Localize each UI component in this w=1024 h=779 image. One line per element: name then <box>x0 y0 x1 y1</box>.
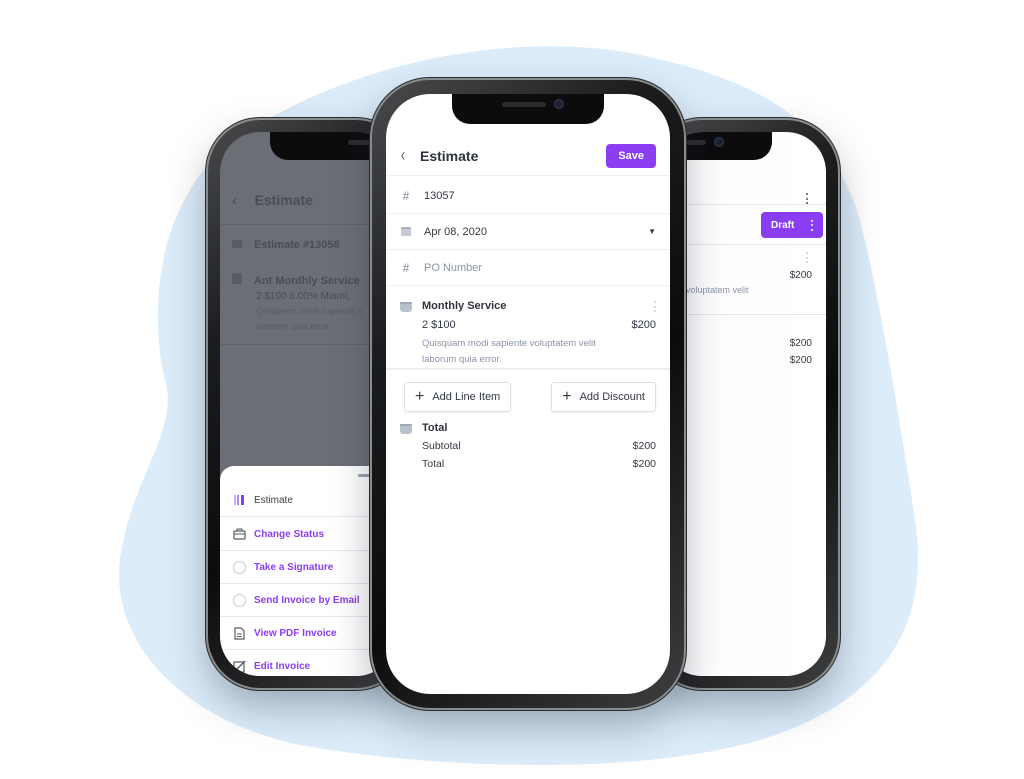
kebab-icon <box>805 193 808 204</box>
line-item-details: 2 $100 6.00% Miami, <box>256 291 350 302</box>
calendar-icon <box>400 225 412 239</box>
divider <box>220 344 396 345</box>
date-value: Apr 08, 2020 <box>424 225 487 238</box>
circle-icon <box>232 593 246 607</box>
hash-icon: # <box>402 188 410 203</box>
left-header-title: Estimate <box>254 192 313 208</box>
kebab-icon <box>810 219 813 231</box>
sheet-item-view-pdf[interactable]: View PDF Invoice <box>220 617 396 650</box>
sheet-item-label: Estimate <box>254 494 293 506</box>
center-phone: ‹ Estimate Save # 13057 Apr 08, 2020 ▼ #… <box>372 80 684 708</box>
subtotal-label: Subtotal <box>422 440 461 452</box>
back-icon: ‹ <box>232 192 237 208</box>
line-item-amount: $200 <box>631 319 656 331</box>
divider <box>662 204 826 205</box>
line-item-name: Ant Monthly Service <box>254 275 360 287</box>
line-item-name: Monthly Service <box>422 300 507 312</box>
total-value: $200 <box>632 458 656 470</box>
plus-icon: + <box>562 388 572 405</box>
sheet-item-change-status[interactable]: Change Status <box>220 518 396 551</box>
left-header: ‹ Estimate <box>232 192 313 208</box>
add-discount-button[interactable]: + Add Discount <box>551 382 656 412</box>
line-item-description: Quisquam modi sapiente voluptatem velit … <box>422 338 596 365</box>
camera <box>714 137 724 147</box>
subtotal-value: $200 <box>632 440 656 452</box>
estimate-number-row: Estimate #13058 <box>232 239 340 251</box>
subtotal-value: $200 <box>789 338 812 349</box>
divider <box>662 314 826 315</box>
line-item[interactable]: Monthly Service 2 $100 $200 Quisquam mod… <box>386 292 670 370</box>
page-title: Estimate <box>420 147 479 164</box>
divider <box>220 224 396 225</box>
line-item-icon <box>400 302 412 312</box>
line-item-menu-icon[interactable] <box>805 252 808 263</box>
estimate-icon <box>232 493 246 507</box>
add-discount-label: Add Discount <box>579 391 645 403</box>
estimate-number-value: 13057 <box>424 189 455 202</box>
totals-icon <box>400 424 412 434</box>
sheet-item-label: Send Invoice by Email <box>254 594 360 606</box>
phone-notch <box>452 94 604 124</box>
speaker <box>502 102 546 107</box>
center-phone-screen: ‹ Estimate Save # 13057 Apr 08, 2020 ▼ #… <box>386 94 670 694</box>
sheet-item-label: Take a Signature <box>254 561 334 573</box>
add-line-item-button[interactable]: + Add Line Item <box>404 382 512 412</box>
clipboard-icon <box>232 273 242 284</box>
edit-icon <box>232 660 246 674</box>
add-line-item-label: Add Line Item <box>432 391 501 403</box>
totals-title: Total <box>422 422 448 434</box>
estimate-label: Estimate #13058 <box>254 239 340 251</box>
sheet-item-edit-invoice[interactable]: Edit Invoice <box>220 650 396 676</box>
dropdown-caret-icon[interactable]: ▼ <box>648 227 656 236</box>
line-item-quantity-price: 2 $100 <box>422 319 456 331</box>
left-phone-screen: ‹ Estimate Estimate #13058 Ant Monthly S… <box>220 132 396 676</box>
more-menu-button[interactable] <box>805 182 808 204</box>
estimate-number-field[interactable]: # 13057 <box>386 178 670 214</box>
camera <box>554 99 564 109</box>
app-header: ‹ Estimate Save <box>386 136 670 176</box>
sheet-item-label: Edit Invoice <box>254 661 311 672</box>
date-field[interactable]: Apr 08, 2020 ▼ <box>386 214 670 250</box>
document-icon <box>232 626 246 640</box>
inbox-icon <box>232 240 242 248</box>
line-item-amount: $200 <box>789 270 812 281</box>
sheet-item-label: View PDF Invoice <box>254 627 337 639</box>
sheet-item-estimate[interactable]: Estimate <box>220 484 396 517</box>
line-item-description-1: Quisquam modi sapiente v <box>256 306 363 316</box>
action-sheet: Estimate Change Status Take a Signature … <box>220 466 396 676</box>
status-label: Draft <box>771 219 795 231</box>
save-button[interactable]: Save <box>606 143 656 168</box>
circle-icon <box>232 560 246 574</box>
plus-icon: + <box>415 388 425 405</box>
sheet-item-label: Change Status <box>254 528 325 540</box>
line-item-menu-icon[interactable] <box>653 301 656 312</box>
line-item-description-2: laborum quia error. <box>256 321 332 331</box>
back-icon[interactable]: ‹ <box>401 145 405 166</box>
status-draft-button[interactable]: Draft <box>761 212 823 238</box>
total-value: $200 <box>789 355 812 366</box>
total-label: Total <box>422 458 445 470</box>
sheet-item-send-email[interactable]: Send Invoice by Email <box>220 584 396 617</box>
divider <box>662 244 826 245</box>
right-phone-screen: 8 Draft vice $200 iente voluptatem velit… <box>662 132 826 676</box>
line-item-row: Ant Monthly Service <box>232 273 360 287</box>
briefcase-icon <box>232 527 246 541</box>
po-number-placeholder: PO Number <box>424 261 483 274</box>
sheet-item-take-signature[interactable]: Take a Signature <box>220 551 396 584</box>
po-number-field[interactable]: # PO Number <box>386 250 670 286</box>
hash-icon: # <box>402 260 410 275</box>
